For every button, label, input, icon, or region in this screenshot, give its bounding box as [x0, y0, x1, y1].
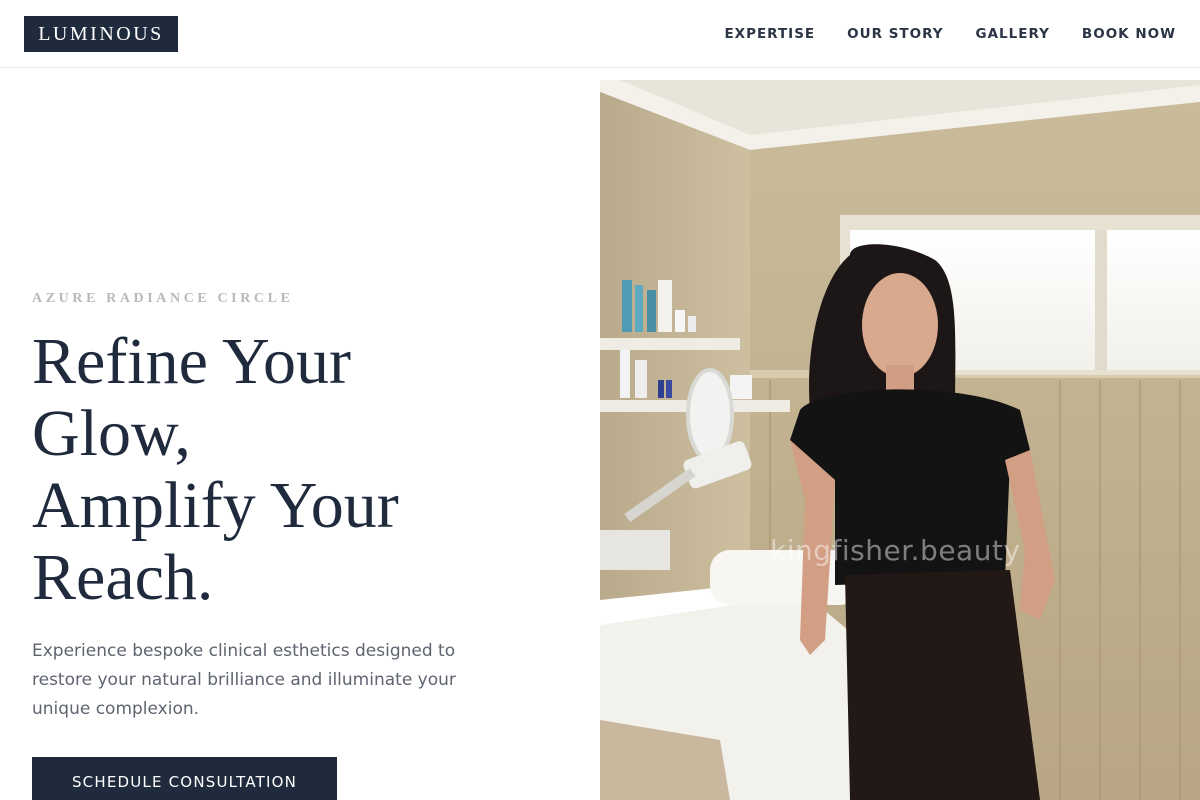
hero-eyebrow: AZURE RADIANCE CIRCLE: [32, 291, 294, 306]
hero-headline: Refine Your Glow, Amplify Your Reach.: [32, 326, 552, 614]
spa-room-illustration: [600, 80, 1200, 800]
hero-description: Experience bespoke clinical esthetics de…: [32, 641, 456, 719]
headline-line: Refine Your: [32, 325, 352, 398]
headline-line: Amplify Your: [32, 469, 399, 542]
image-watermark: kingfisher.beauty: [770, 534, 1021, 567]
nav-link-expertise[interactable]: EXPERTISE: [724, 24, 815, 44]
nav-link-gallery[interactable]: GALLERY: [976, 24, 1050, 44]
hero-photo: kingfisher.beauty: [600, 80, 1200, 800]
headline-line: Reach.: [32, 541, 214, 614]
brand-logo[interactable]: LUMINOUS: [24, 16, 178, 52]
schedule-consultation-button[interactable]: SCHEDULE CONSULTATION: [32, 757, 337, 800]
headline-line: Glow,: [32, 397, 191, 470]
nav-link-our-story[interactable]: OUR STORY: [847, 24, 943, 44]
nav-link-book-now[interactable]: BOOK NOW: [1082, 24, 1176, 44]
site-header: LUMINOUS EXPERTISE OUR STORY GALLERY BOO…: [0, 0, 1200, 68]
main-nav: EXPERTISE OUR STORY GALLERY BOOK NOW: [724, 24, 1176, 44]
